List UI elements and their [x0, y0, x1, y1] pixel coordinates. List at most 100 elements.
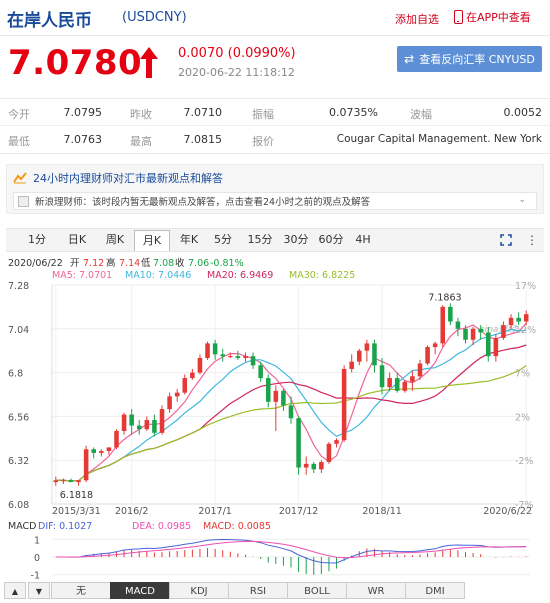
tab-30min[interactable]: 30分	[278, 229, 314, 251]
arrow-down-icon[interactable]: ▼	[28, 582, 50, 599]
candle-body	[228, 356, 233, 358]
candle-body	[493, 337, 499, 357]
y-tick-label: 7.04	[8, 325, 29, 336]
axis-labels: 7.28 17%7.04 12%6.8 7%6.56 2%6.32 -2%6.08 -7%2…	[8, 281, 536, 517]
indicator-tab-rsi[interactable]: RSI	[228, 582, 288, 599]
candle-body	[478, 328, 483, 333]
macd-y-tick: -1	[31, 571, 40, 582]
candle-body	[76, 480, 81, 483]
candle-body	[212, 343, 218, 355]
indicator-tab-kdj[interactable]: KDJ	[169, 582, 229, 599]
stat-label-quoter: 报价	[252, 135, 274, 148]
y-tick-label: 6.56	[8, 412, 29, 423]
legend-ma5: MA5: 7.0701	[52, 270, 112, 281]
tab-4h[interactable]: 4H	[348, 229, 378, 251]
legend-ma10: MA10: 7.0446	[125, 270, 191, 281]
stat-value-range: 0.0052	[503, 106, 543, 119]
y-tick-label: 6.8	[8, 369, 23, 380]
tab-yearly[interactable]: 年K	[172, 229, 206, 251]
candle-body	[326, 443, 332, 463]
news-header[interactable]: 24小时内理财师对汇市最新观点和解答	[13, 170, 223, 186]
tab-monthly[interactable]: 月K	[134, 230, 170, 251]
swap-icon: ⇄	[404, 52, 415, 66]
y-pct-label: 17%	[515, 281, 536, 292]
chart-nav-arrows: ▲ ▼	[4, 582, 50, 599]
info-close-label: 收	[175, 257, 185, 269]
stats-row: 最低 7.0763 最高 7.0815 报价 Cougar Capital Ma…	[0, 126, 550, 153]
candle-body	[470, 328, 476, 340]
legend-ma20: MA20: 6.9469	[207, 270, 273, 281]
news-item[interactable]: 新浪理财师：该时段内暂无最新观点及解答，点击查看24小时之前的观点及解答 ⌄	[13, 192, 537, 210]
candle-body	[61, 480, 66, 482]
arrow-up-icon[interactable]: ▲	[4, 582, 26, 599]
add-watchlist-button[interactable]: 添加自选	[395, 11, 439, 27]
candle-body	[364, 343, 370, 351]
kline-chart-svg: 2020/06/22 开 7.12 高 7.14 低 7.08 收 7.06 -…	[8, 257, 536, 582]
y-tick-label: 7.28	[8, 281, 29, 292]
tab-weekly[interactable]: 周K	[98, 229, 132, 251]
candle-body	[197, 358, 203, 373]
candle-body	[121, 414, 127, 431]
stat-label-prev-close: 昨收	[130, 108, 152, 121]
news-headline: 24小时内理财师对汇市最新观点和解答	[33, 172, 223, 185]
candle-body	[508, 317, 514, 326]
indicator-tab-wr[interactable]: WR	[346, 582, 406, 599]
candle-body	[159, 409, 165, 433]
fullscreen-icon[interactable]	[500, 234, 512, 246]
page-header: 在岸人民币 (USDCNY) 添加自选 在APP中查看	[0, 0, 550, 36]
instrument-title: 在岸人民币	[7, 11, 92, 31]
indicator-tab-macd[interactable]: MACD	[110, 582, 170, 599]
stat-value-prev-close: 7.0710	[183, 106, 223, 119]
info-open-label: 开	[70, 258, 80, 269]
info-low-label: 低	[141, 257, 151, 269]
info-open: 7.12	[83, 258, 104, 269]
period-tab-bar: 1分 日K 周K 月K 年K 5分 15分 30分 60分 4H ⋮	[6, 228, 544, 252]
candle-body	[205, 343, 210, 358]
tab-5min[interactable]: 5分	[206, 229, 240, 251]
candle-body	[288, 405, 294, 419]
avatar	[18, 195, 29, 207]
candle-body	[463, 328, 468, 340]
info-low: 7.08	[153, 258, 174, 269]
news-text: 新浪理财师：该时段内暂无最新观点及解答，点击查看24小时之前的观点及解答	[35, 197, 371, 208]
min-price-label: 6.1818	[60, 490, 93, 501]
candle-body	[99, 451, 104, 453]
indicator-tab-boll[interactable]: BOLL	[287, 582, 347, 599]
stat-label-open: 今开	[8, 108, 30, 121]
indicator-tab-none[interactable]: 无	[51, 582, 111, 599]
view-in-app-link[interactable]: 在APP中查看	[454, 9, 531, 25]
candle-body	[410, 376, 415, 382]
candle-body	[167, 396, 172, 410]
stats-row: 今开 7.0795 昨收 7.0710 振幅 0.0735% 波幅 0.0052	[0, 99, 550, 126]
candle-body	[258, 365, 263, 379]
tab-15min[interactable]: 15分	[242, 229, 278, 251]
candle-body	[53, 480, 59, 483]
more-options-icon[interactable]: ⋮	[526, 233, 538, 247]
stat-value-amplitude: 0.0735%	[329, 106, 378, 119]
tab-1min[interactable]: 1分	[20, 229, 54, 251]
candle-body	[523, 314, 529, 322]
x-tick-label: 2018/11	[362, 506, 401, 517]
stat-label-low: 最低	[8, 135, 30, 148]
candle-body	[296, 418, 301, 468]
indicator-tab-dmi[interactable]: DMI	[405, 582, 465, 599]
trend-icon	[13, 172, 27, 184]
stat-value-quoter: Cougar Capital Management. New York	[336, 133, 542, 145]
tab-daily[interactable]: 日K	[60, 229, 94, 251]
y-tick-label: 6.32	[8, 456, 29, 467]
candle-body	[250, 356, 256, 366]
stat-value-low: 7.0763	[63, 133, 103, 146]
tab-60min[interactable]: 60分	[313, 229, 349, 251]
y-pct-label: 2%	[515, 412, 530, 423]
indicator-tab-bar: 无 MACD KDJ RSI BOLL WR DMI	[51, 582, 465, 599]
macd-legend-dea: DEA: 0.0985	[132, 521, 191, 532]
chevron-down-icon[interactable]: ⌄	[518, 195, 526, 205]
reverse-rate-button[interactable]: ⇄ 查看反向汇率 CNYUSD	[397, 46, 542, 72]
info-close: 7.06	[188, 258, 209, 269]
info-high-label: 高	[106, 257, 116, 269]
up-arrow-icon	[140, 47, 158, 78]
candle-body	[303, 463, 309, 468]
candle-body	[341, 368, 347, 441]
candle-body	[425, 347, 430, 364]
candle-body	[68, 480, 74, 483]
